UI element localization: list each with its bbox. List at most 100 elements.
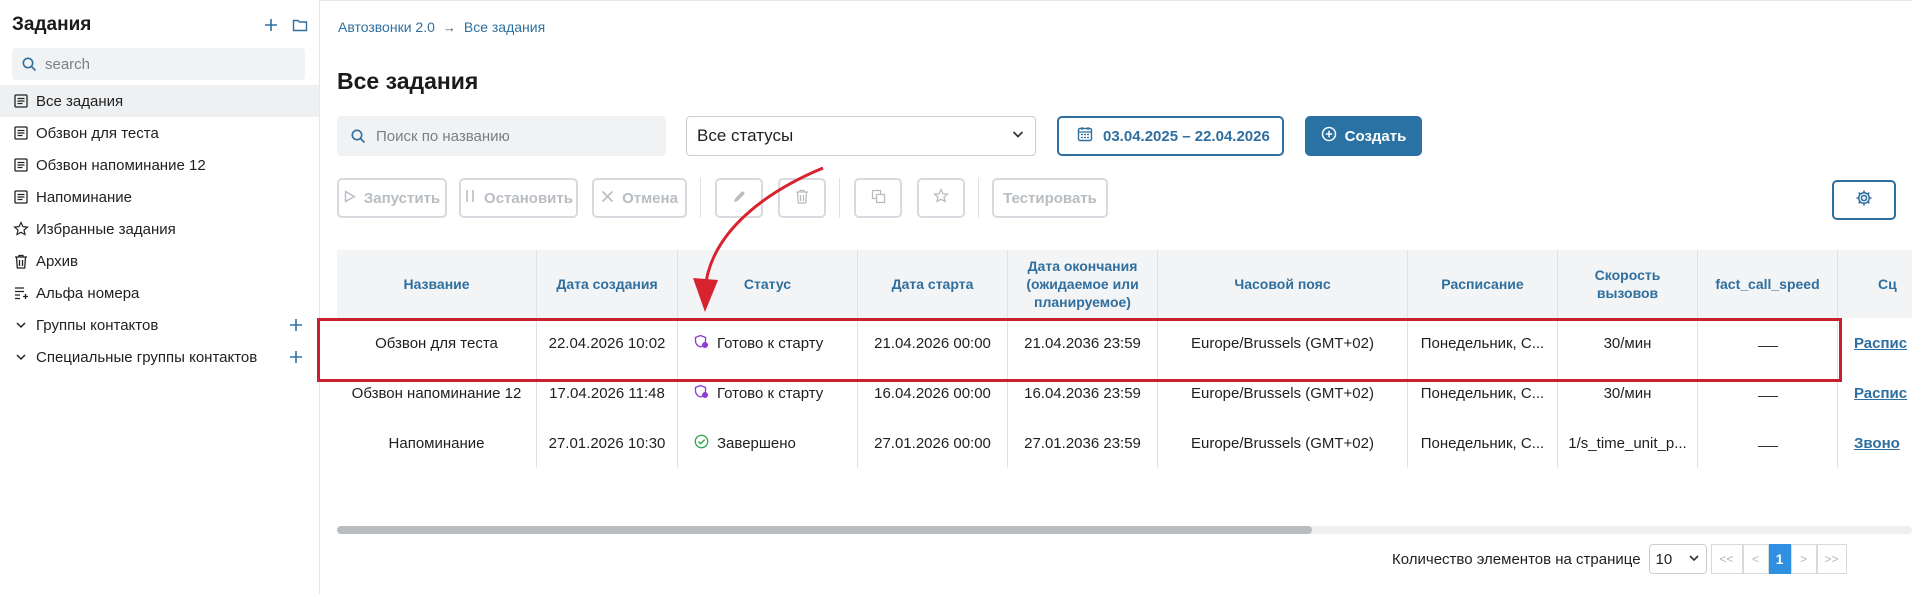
page-title: Все задания [337,68,479,94]
sidebar-item-all-tasks[interactable]: Все задания [0,85,319,117]
status-label: Готово к старту [717,384,824,402]
sidebar-item-contact-groups[interactable]: Группы контактов [0,309,319,341]
status-label: Завершено [717,434,796,452]
sidebar-item-label: Все задания [36,92,124,110]
column-header-start[interactable]: Дата старта [858,250,1008,318]
page-size-label: Количество элементов на странице [1392,550,1641,568]
folder-icon[interactable] [292,18,308,32]
current-page-button[interactable]: 1 [1768,544,1791,574]
chevron-down-icon [13,317,29,333]
breadcrumb: Автозвонки 2.0 → Все задания [338,19,545,35]
page-size-select[interactable]: 10 [1648,544,1707,574]
cell-scenario-link[interactable]: Распис [1838,318,1912,368]
add-special-group-icon[interactable] [289,350,303,364]
empty-dash [1757,439,1778,447]
column-header-fact-speed[interactable]: fact_call_speed [1698,250,1838,318]
cell-created: 27.01.2026 10:30 [537,418,678,468]
sidebar-item-label: Альфа номера [36,284,140,302]
cell-scenario-link[interactable]: Звоно [1838,418,1912,468]
start-button[interactable]: Запустить [337,178,447,218]
calendar-icon [1077,126,1093,146]
pagination: Количество элементов на странице 10 << <… [1392,544,1847,574]
task-search[interactable] [337,116,666,156]
cell-schedule: Понедельник, С... [1408,418,1558,468]
horizontal-scrollbar-thumb[interactable] [337,526,1312,534]
table-header: Название Дата создания Статус Дата старт… [337,250,1912,318]
column-header-created[interactable]: Дата создания [537,250,678,318]
breadcrumb-arrow-icon: → [442,19,456,35]
sidebar-list: Все задания Обзвон для теста Обзвон напо… [0,85,319,373]
table-settings-button[interactable] [1832,180,1896,220]
sidebar-item-reminder-12[interactable]: Обзвон напоминание 12 [0,149,319,181]
check-circle-icon [694,434,709,453]
cell-status: Завершено [678,418,858,468]
date-range-button[interactable]: 03.04.2025 – 22.04.2026 [1057,116,1284,156]
first-page-button[interactable]: << [1710,544,1743,574]
sidebar-item-label: Архив [36,252,79,270]
sidebar-item-archive[interactable]: Архив [0,245,319,277]
favorite-button[interactable] [917,178,965,218]
trash-icon [13,253,29,269]
cell-scenario-link[interactable]: Распис [1838,368,1912,418]
page-size-value: 10 [1655,550,1673,568]
breadcrumb-current-link[interactable]: Все задания [464,19,545,35]
pause-icon [464,189,476,207]
column-header-timezone[interactable]: Часовой пояс [1158,250,1408,318]
annotation-highlight-box [317,318,1842,382]
prev-page-button[interactable]: < [1742,544,1769,574]
toolbar-divider [978,178,979,218]
column-header-end[interactable]: Дата окончания (ожидаемое или планируемо… [1008,250,1158,318]
table-row[interactable]: Напоминание 27.01.2026 10:30 Завершено 2… [337,418,1912,468]
sidebar-item-label: Обзвон напоминание 12 [36,156,206,174]
cell-end: 27.01.2036 23:59 [1008,418,1158,468]
column-header-name[interactable]: Название [337,250,537,318]
sidebar-item-reminder[interactable]: Напоминание [0,181,319,213]
stop-button[interactable]: Остановить [459,178,578,218]
copy-button[interactable] [854,178,902,218]
sidebar-search[interactable] [12,48,305,80]
column-header-scenario[interactable]: Сц [1838,250,1912,318]
breadcrumb-root-link[interactable]: Автозвонки 2.0 [338,19,435,35]
chevron-down-icon [1011,126,1025,146]
stop-button-label: Остановить [484,189,573,207]
play-icon [344,189,356,207]
start-button-label: Запустить [363,189,441,207]
empty-dash [1757,389,1778,397]
document-icon [13,157,29,173]
search-icon [22,57,37,71]
sidebar-header: Задания [12,14,308,36]
main-content: Автозвонки 2.0 → Все задания Все задания… [320,0,1912,594]
sidebar-item-alpha-numbers[interactable]: Альфа номера [0,277,319,309]
gear-icon [1855,189,1873,211]
close-icon [601,190,614,207]
column-header-schedule[interactable]: Расписание [1408,250,1558,318]
create-button[interactable]: Создать [1305,116,1422,156]
sidebar-item-favorites[interactable]: Избранные задания [0,213,319,245]
test-button[interactable]: Тестировать [992,178,1108,218]
annotation-arrow-icon [693,166,824,312]
sidebar-search-input[interactable] [45,55,285,73]
task-search-input[interactable] [376,127,656,145]
status-filter-value: Все статусы [697,126,794,145]
cell-name: Напоминание [337,418,537,468]
copy-icon [871,189,886,208]
add-task-icon[interactable] [264,18,278,32]
cell-fact-speed [1698,418,1838,468]
sidebar-item-label: Группы контактов [36,316,159,334]
create-button-label: Создать [1344,127,1407,145]
status-filter-select[interactable]: Все статусы [686,116,1036,156]
sidebar-item-special-contact-groups[interactable]: Специальные группы контактов [0,341,319,373]
sidebar-item-label: Напоминание [36,188,132,206]
chevron-down-icon [13,349,29,365]
next-page-button[interactable]: > [1790,544,1817,574]
test-button-label: Тестировать [1003,189,1097,207]
date-range-value: 03.04.2025 – 22.04.2026 [1103,127,1270,145]
last-page-button[interactable]: >> [1816,544,1847,574]
star-icon [13,221,29,237]
cell-timezone: Europe/Brussels (GMT+02) [1158,418,1408,468]
sidebar-item-label: Избранные задания [36,220,176,238]
sidebar: Задания Все задания Обзвон для теста Обз… [0,0,320,594]
sidebar-item-test-call[interactable]: Обзвон для теста [0,117,319,149]
column-header-speed[interactable]: Скорость вызовов [1558,250,1698,318]
add-contact-group-icon[interactable] [289,318,303,332]
